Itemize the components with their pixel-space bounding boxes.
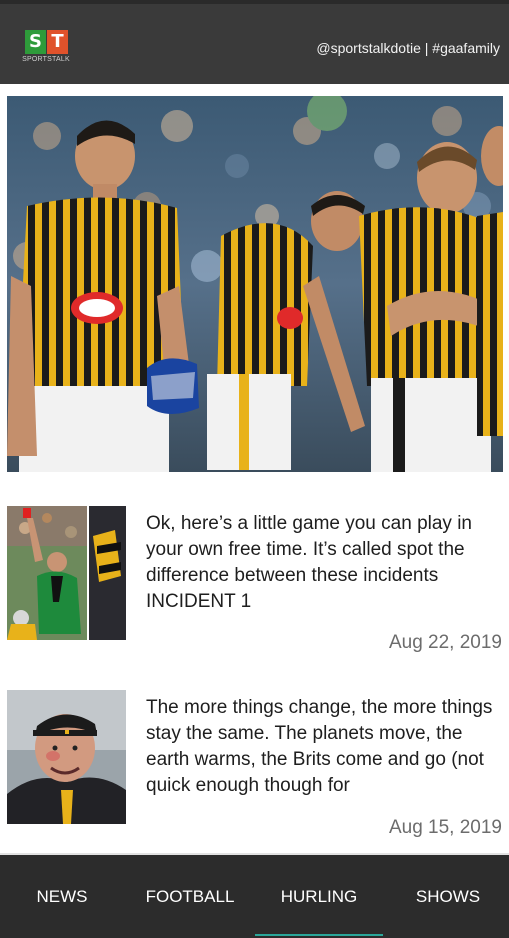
article-item[interactable]: Ok, here’s a little game you can play in… bbox=[0, 506, 509, 658]
article-thumbnail[interactable] bbox=[7, 506, 126, 640]
active-tab-indicator bbox=[255, 934, 383, 936]
nav-tab-football[interactable]: FOOTBALL bbox=[127, 855, 253, 938]
logo-letter-s: S bbox=[25, 30, 46, 54]
article-item[interactable]: The more things change, the more things … bbox=[0, 690, 509, 840]
article-snippet[interactable]: Ok, here’s a little game you can play in… bbox=[146, 511, 502, 615]
hero-image[interactable] bbox=[7, 96, 503, 472]
referee-photo-icon bbox=[7, 506, 126, 640]
manager-portrait-photo-icon bbox=[7, 690, 126, 824]
nav-tab-shows[interactable]: SHOWS bbox=[388, 855, 508, 938]
nav-tab-news[interactable]: NEWS bbox=[4, 855, 120, 938]
sportstalk-logo[interactable]: S T SPORTSTALK bbox=[22, 28, 70, 68]
hurling-team-photo-icon bbox=[7, 96, 503, 472]
article-snippet[interactable]: The more things change, the more things … bbox=[146, 695, 502, 799]
social-handle: @sportstalkdotie | #gaafamily bbox=[316, 40, 500, 56]
nav-tab-label: SHOWS bbox=[415, 887, 481, 906]
nav-tab-label: FOOTBALL bbox=[145, 887, 235, 906]
article-date: Aug 22, 2019 bbox=[388, 632, 502, 653]
nav-tab-label: NEWS bbox=[36, 887, 88, 906]
bottom-navigation: NEWS FOOTBALL HURLING SHOWS bbox=[0, 853, 509, 938]
article-thumbnail[interactable] bbox=[7, 690, 126, 824]
app-header: S T SPORTSTALK @sportstalkdotie | #gaafa… bbox=[0, 0, 509, 84]
logo-letter-t: T bbox=[47, 30, 68, 54]
nav-tab-label: HURLING bbox=[280, 887, 358, 906]
logo-subtitle: SPORTSTALK bbox=[22, 56, 70, 63]
article-date: Aug 15, 2019 bbox=[388, 817, 502, 838]
nav-tab-hurling[interactable]: HURLING bbox=[255, 855, 383, 938]
